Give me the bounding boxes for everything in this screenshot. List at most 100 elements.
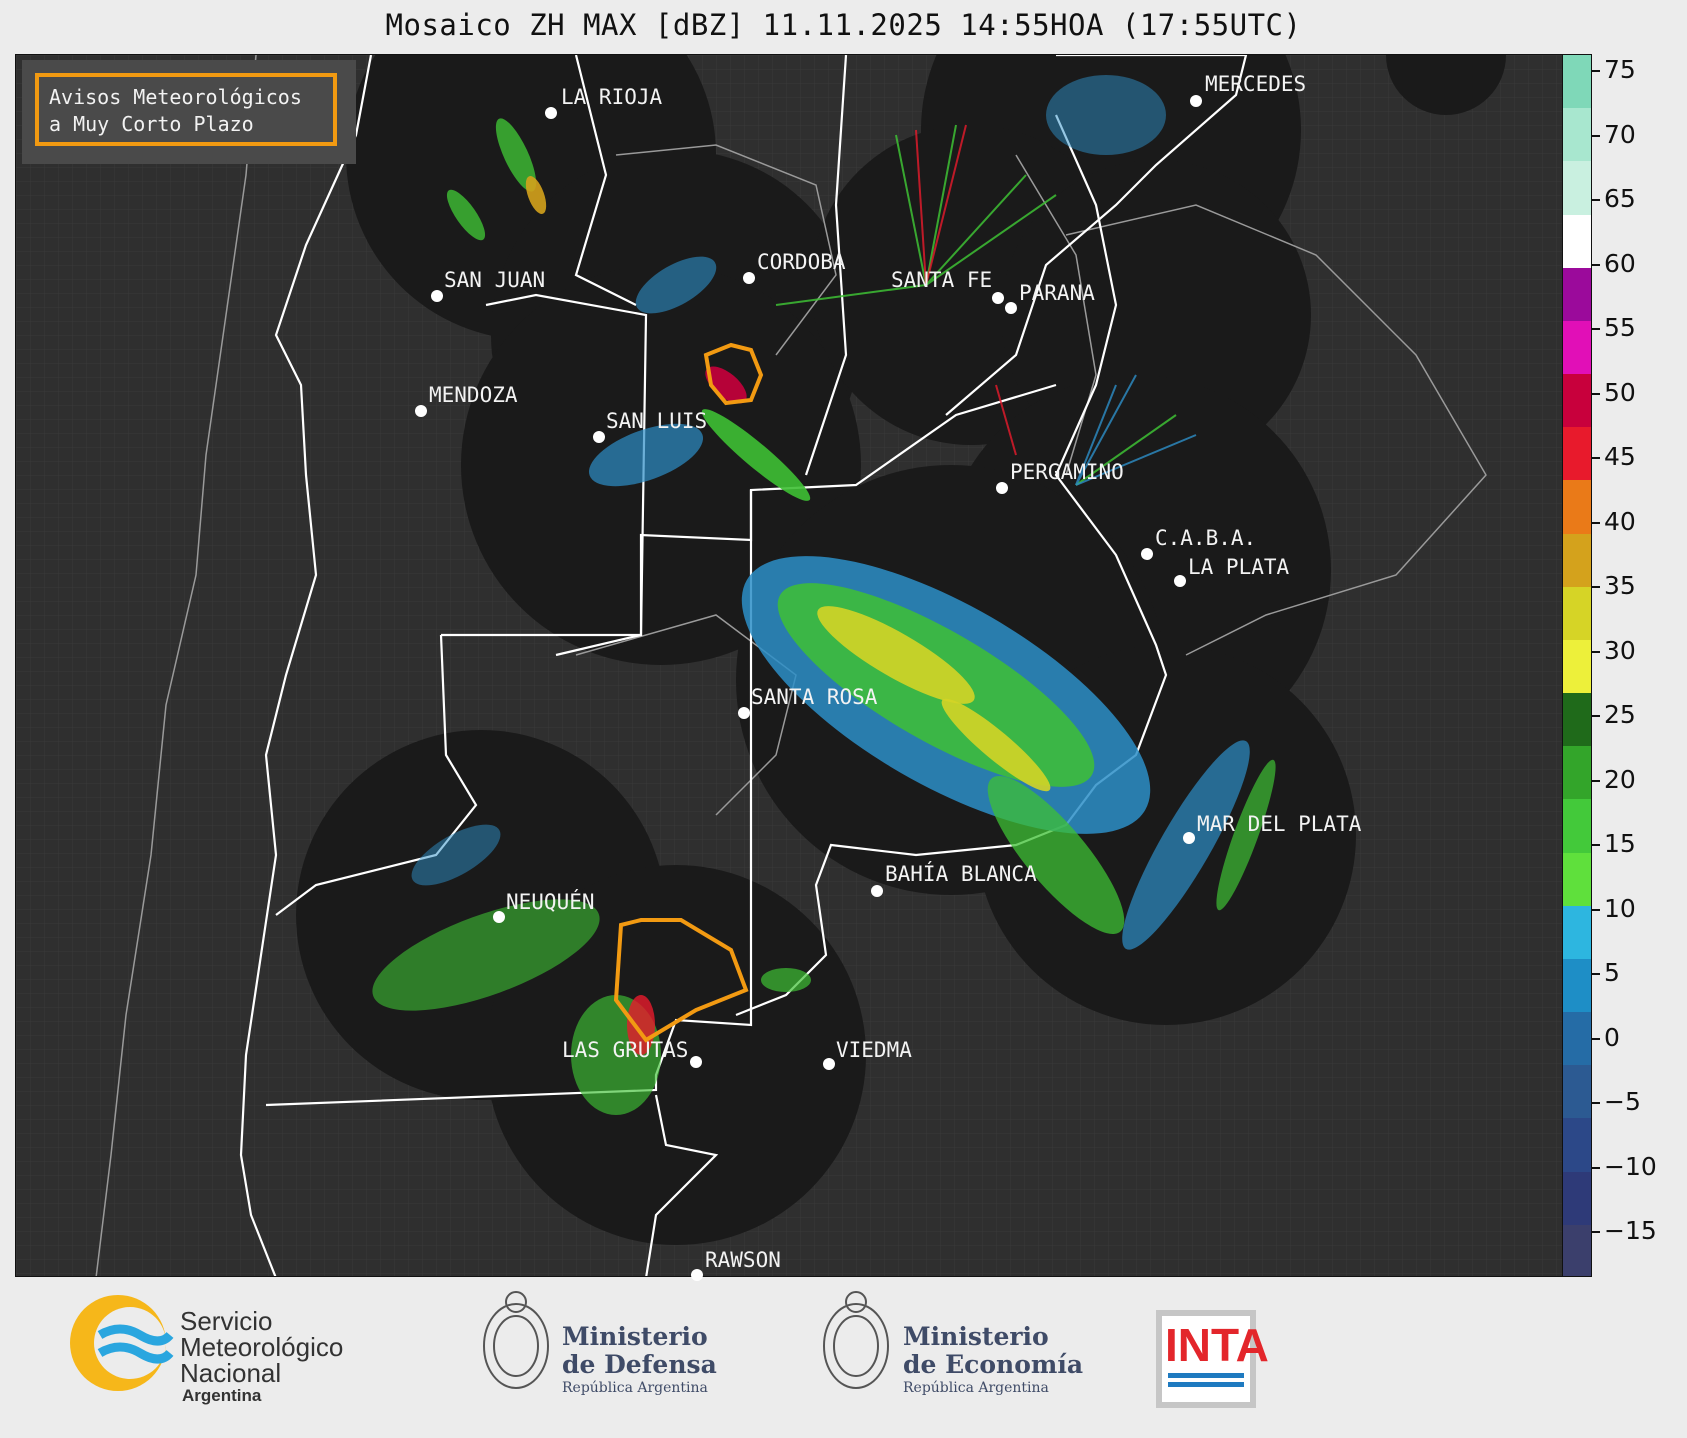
city-label: CORDOBA [757, 250, 846, 274]
city-dot [996, 482, 1008, 494]
colorbar-tick-mark [1592, 973, 1600, 975]
colorbar-segment [1563, 1012, 1591, 1066]
colorbar-segment [1563, 108, 1591, 162]
colorbar-segment [1563, 1224, 1591, 1276]
city-dot [992, 292, 1004, 304]
colorbar-segment [1563, 1118, 1591, 1172]
colorbar-segment [1563, 55, 1591, 109]
colorbar-tick-label: 30 [1604, 635, 1636, 665]
colorbar-tick-label: 60 [1604, 248, 1636, 278]
colorbar-tick-mark [1592, 1231, 1600, 1233]
city-dot [1005, 302, 1017, 314]
city-dot [823, 1058, 835, 1070]
defensa-line2: de Defensa [562, 1350, 717, 1379]
colorbar-segment [1563, 320, 1591, 375]
city-label: MERCEDES [1205, 72, 1307, 96]
footer-logos: Servicio Meteorológico Nacional Argentin… [0, 1280, 1687, 1438]
city-dot [743, 272, 755, 284]
map-canvas [16, 55, 1562, 1276]
city-label: MENDOZA [429, 383, 518, 407]
city-dot [1190, 95, 1202, 107]
colorbar-tick-mark [1592, 70, 1600, 72]
city-label: LA RIOJA [561, 85, 663, 109]
colorbar-tick-mark [1592, 715, 1600, 717]
colorbar-tick-label: −5 [1604, 1087, 1641, 1116]
colorbar-tick-label: 75 [1604, 55, 1636, 84]
colorbar [1562, 54, 1592, 1277]
city-dot [1141, 548, 1153, 560]
city-label: SANTA FE [891, 268, 993, 292]
colorbar-tick-label: 70 [1604, 119, 1636, 149]
colorbar-tick-mark [1592, 1102, 1600, 1104]
city-label: NEUQUÉN [506, 890, 595, 914]
city-label: BAHÍA BLANCA [885, 862, 1037, 886]
colorbar-segment [1563, 1171, 1591, 1225]
colorbar-segment [1563, 480, 1591, 534]
escudo-economia-icon [823, 1291, 889, 1389]
colorbar-tick-mark [1592, 134, 1600, 137]
city-label: LA PLATA [1188, 555, 1290, 579]
smn-name-line3: Nacional [180, 1358, 282, 1388]
city-dot [431, 290, 443, 302]
colorbar-tick-mark [1592, 263, 1600, 266]
colorbar-tick-label: 40 [1604, 506, 1636, 536]
avisos-line2: a Muy Corto Plazo [49, 112, 254, 136]
city-label: C.A.B.A. [1155, 526, 1257, 550]
colorbar-tick-label: 20 [1604, 764, 1636, 794]
city-label: SANTA ROSA [751, 685, 878, 709]
city-dot [545, 107, 557, 119]
colorbar-tick-label: 35 [1604, 571, 1636, 600]
colorbar-tick-mark [1592, 199, 1600, 201]
city-label: MAR DEL PLATA [1197, 812, 1362, 836]
colorbar-tick-mark [1592, 521, 1600, 524]
colorbar-segment [1563, 1065, 1591, 1119]
colorbar-segment [1563, 586, 1591, 640]
colorbar-tick-mark [1592, 586, 1600, 588]
inta-logo-text: INTA [1165, 1319, 1269, 1371]
city-label: VIEDMA [836, 1038, 912, 1062]
colorbar-segment [1563, 639, 1591, 694]
colorbar-tick-mark [1592, 908, 1600, 911]
colorbar-segment [1563, 533, 1591, 587]
radar-map[interactable] [15, 54, 1563, 1277]
economia-line3: República Argentina [903, 1380, 1049, 1396]
colorbar-tick-label: 15 [1604, 829, 1636, 858]
colorbar-tick-label: 10 [1604, 893, 1636, 923]
smn-name-line4: Argentina [182, 1386, 262, 1405]
colorbar-tick-mark [1592, 779, 1600, 782]
avisos-legend: Avisos Meteorológicos a Muy Corto Plazo [22, 60, 356, 164]
colorbar-segment [1563, 693, 1591, 747]
colorbar-tick-label: −10 [1604, 1151, 1657, 1181]
city-label: RAWSON [705, 1248, 781, 1272]
city-dot [493, 911, 505, 923]
colorbar-segment [1563, 427, 1591, 481]
city-label: PARANA [1019, 281, 1095, 305]
colorbar-tick-label: 25 [1604, 700, 1636, 729]
city-dot [738, 707, 750, 719]
defensa-line1: Ministerio [562, 1322, 708, 1351]
escudo-defensa-icon [483, 1291, 549, 1389]
avisos-legend-box: Avisos Meteorológicos a Muy Corto Plazo [35, 73, 337, 146]
colorbar-tick-mark [1592, 392, 1600, 395]
colorbar-tick-label: 55 [1604, 313, 1636, 342]
colorbar-tick-label: −15 [1604, 1216, 1657, 1245]
city-dot [690, 1056, 702, 1068]
colorbar-segment [1563, 746, 1591, 800]
city-dot [415, 405, 427, 417]
city-label: SAN JUAN [444, 268, 546, 292]
colorbar-tick-mark [1592, 650, 1600, 653]
colorbar-tick-mark [1592, 844, 1600, 846]
economia-line1: Ministerio [903, 1322, 1049, 1351]
colorbar-tick-label: 45 [1604, 442, 1636, 471]
smn-logo-icon [70, 1295, 174, 1391]
colorbar-tick-mark [1592, 457, 1600, 459]
colorbar-segment [1563, 161, 1591, 215]
city-label: PERGAMINO [1010, 460, 1124, 484]
city-label: LAS GRUTAS [562, 1038, 689, 1062]
defensa-line3: República Argentina [562, 1380, 708, 1396]
colorbar-segment [1563, 799, 1591, 853]
colorbar-segment [1563, 267, 1591, 321]
colorbar-segment [1563, 852, 1591, 906]
map-title: Mosaico ZH MAX [dBZ] 11.11.2025 14:55HOA… [385, 8, 1302, 42]
colorbar-tick-mark [1592, 1037, 1600, 1040]
